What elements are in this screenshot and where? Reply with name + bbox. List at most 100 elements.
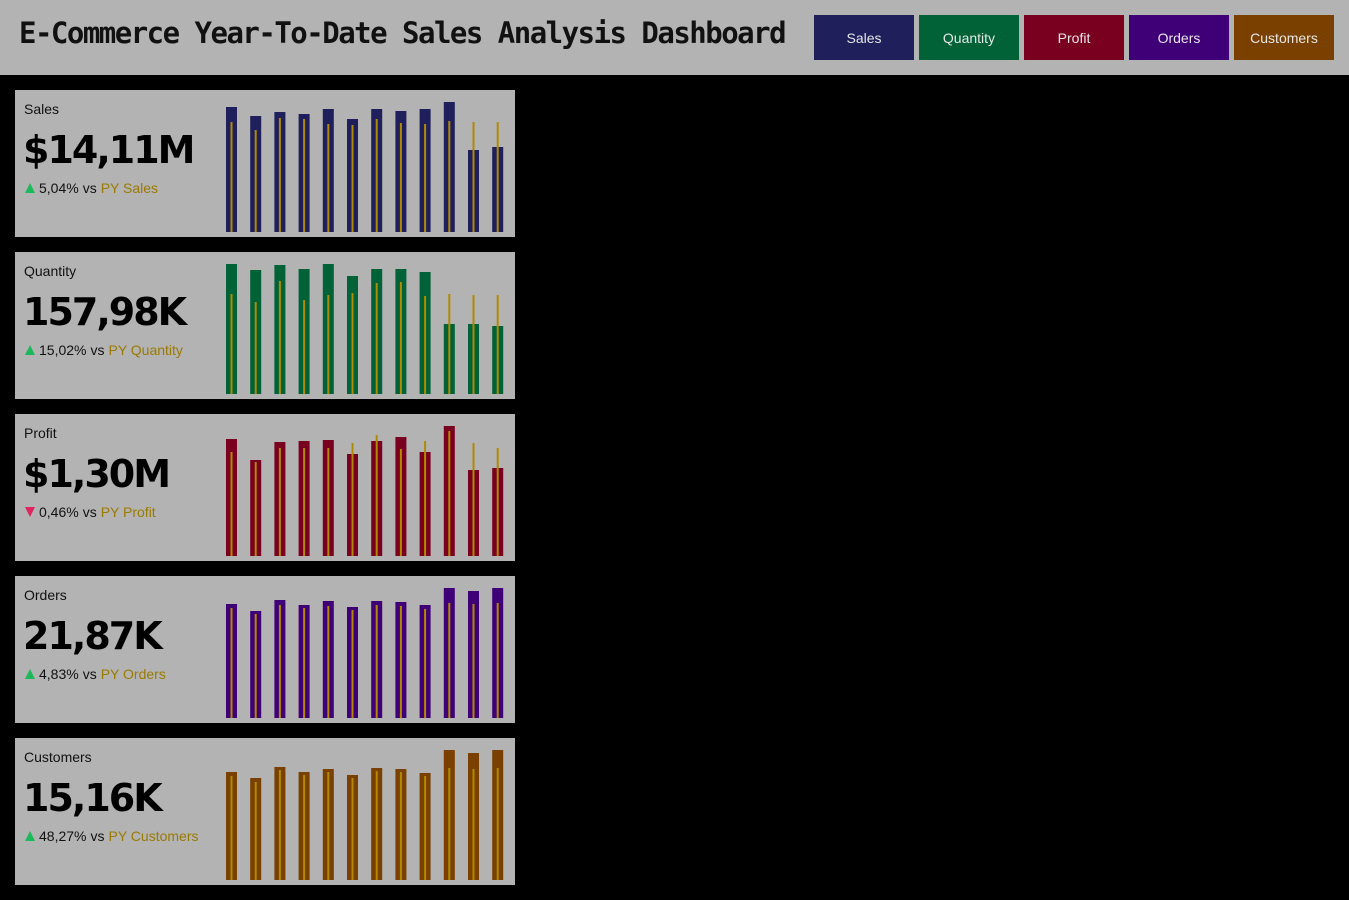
bar-previous-year [303, 448, 306, 556]
bar-previous-year [496, 768, 499, 880]
bar-previous-year [351, 443, 354, 556]
kpi-value: $14,11M [23, 128, 195, 172]
bar-previous-year [303, 300, 306, 394]
bar-previous-year [448, 121, 451, 232]
bar-previous-year [230, 294, 233, 394]
bar-previous-year [230, 608, 233, 718]
bar-previous-year [254, 130, 257, 232]
bar-previous-year [399, 772, 402, 880]
bar-previous-year [254, 614, 257, 718]
bar-previous-year [496, 603, 499, 718]
kpi-vs-text: vs [90, 342, 105, 358]
kpi-label: Quantity [24, 263, 77, 279]
nav-button-quantity[interactable]: Quantity [919, 15, 1019, 60]
kpi-delta-percent: 5,04% [39, 180, 79, 196]
bar-previous-year [351, 610, 354, 718]
kpi-vs-text: vs [90, 828, 105, 844]
kpi-value: 157,98K [23, 290, 187, 334]
bar-previous-year [399, 449, 402, 556]
nav-button-profit[interactable]: Profit [1024, 15, 1124, 60]
monthly-bar-chart [226, 750, 504, 880]
kpi-delta: 0,46% vs PY Profit [25, 504, 156, 520]
bar-previous-year [375, 283, 378, 394]
bar-previous-year [424, 296, 427, 394]
bar-previous-year [230, 122, 233, 232]
monthly-bar-chart [226, 264, 504, 394]
bar-previous-year [303, 775, 306, 880]
bar-previous-year [254, 782, 257, 880]
kpi-delta-percent: 15,02% [39, 342, 87, 358]
header-bar: E-Commerce Year-To-Date Sales Analysis D… [0, 0, 1349, 75]
bar-previous-year [472, 769, 475, 880]
bar-previous-year [399, 282, 402, 394]
bar-previous-year [496, 448, 499, 556]
kpi-card-quantity: Quantity 157,98K 15,02% vs PY Quantity [15, 252, 515, 399]
kpi-delta: 48,27% vs PY Customers [25, 828, 198, 844]
monthly-bar-chart [226, 102, 504, 232]
metric-nav: Sales Quantity Profit Orders Customers [814, 15, 1334, 60]
monthly-bar-chart [226, 426, 504, 556]
triangle-up-icon [25, 345, 35, 355]
kpi-delta: 5,04% vs PY Sales [25, 180, 158, 196]
kpi-label: Customers [24, 749, 92, 765]
bar-previous-year [399, 123, 402, 232]
bar-previous-year [327, 124, 330, 232]
bar-previous-year [278, 770, 281, 880]
kpi-py-label: PY Quantity [108, 342, 183, 358]
kpi-label: Orders [24, 587, 67, 603]
bar-previous-year [472, 443, 475, 556]
kpi-py-label: PY Sales [100, 180, 159, 196]
nav-button-orders[interactable]: Orders [1129, 15, 1229, 60]
bar-previous-year [327, 448, 330, 556]
kpi-vs-text: vs [82, 666, 97, 682]
bar-previous-year [351, 125, 354, 232]
bar-previous-year [351, 778, 354, 880]
nav-button-sales[interactable]: Sales [814, 15, 914, 60]
bar-previous-year [278, 118, 281, 232]
kpi-label: Profit [24, 425, 57, 441]
kpi-vs-text: vs [82, 504, 97, 520]
bar-previous-year [230, 776, 233, 880]
bar-previous-year [424, 609, 427, 718]
bar-previous-year [254, 462, 257, 556]
kpi-delta-percent: 0,46% [39, 504, 79, 520]
kpi-card-sales: Sales $14,11M 5,04% vs PY Sales [15, 90, 515, 237]
bar-previous-year [375, 771, 378, 880]
kpi-delta-percent: 48,27% [39, 828, 87, 844]
bar-previous-year [448, 294, 451, 394]
bar-previous-year [448, 431, 451, 556]
kpi-vs-text: vs [82, 180, 97, 196]
kpi-label: Sales [24, 101, 60, 117]
bar-previous-year [327, 606, 330, 718]
bar-previous-year [424, 441, 427, 556]
bar-previous-year [472, 295, 475, 394]
bar-previous-year [254, 302, 257, 394]
triangle-down-icon [25, 507, 35, 517]
bar-previous-year [496, 295, 499, 394]
bar-previous-year [424, 124, 427, 232]
kpi-value: $1,30M [23, 452, 171, 496]
bar-previous-year [424, 776, 427, 880]
bar-previous-year [448, 603, 451, 718]
bar-previous-year [375, 435, 378, 556]
bar-previous-year [327, 772, 330, 880]
kpi-delta: 15,02% vs PY Quantity [25, 342, 183, 358]
bar-previous-year [375, 119, 378, 232]
kpi-card-orders: Orders 21,87K 4,83% vs PY Orders [15, 576, 515, 723]
kpi-py-label: PY Profit [100, 504, 156, 520]
monthly-bar-chart [226, 588, 504, 718]
bar-previous-year [327, 295, 330, 394]
bar-previous-year [448, 768, 451, 880]
page-title: E-Commerce Year-To-Date Sales Analysis D… [19, 16, 787, 50]
kpi-delta: 4,83% vs PY Orders [25, 666, 166, 682]
bar-previous-year [230, 452, 233, 556]
kpi-delta-percent: 4,83% [39, 666, 79, 682]
triangle-up-icon [25, 183, 35, 193]
bar-previous-year [303, 119, 306, 232]
bar-previous-year [278, 448, 281, 556]
nav-button-customers[interactable]: Customers [1234, 15, 1334, 60]
bar-previous-year [472, 604, 475, 718]
triangle-up-icon [25, 669, 35, 679]
kpi-value: 15,16K [23, 776, 163, 820]
bar-previous-year [351, 293, 354, 394]
